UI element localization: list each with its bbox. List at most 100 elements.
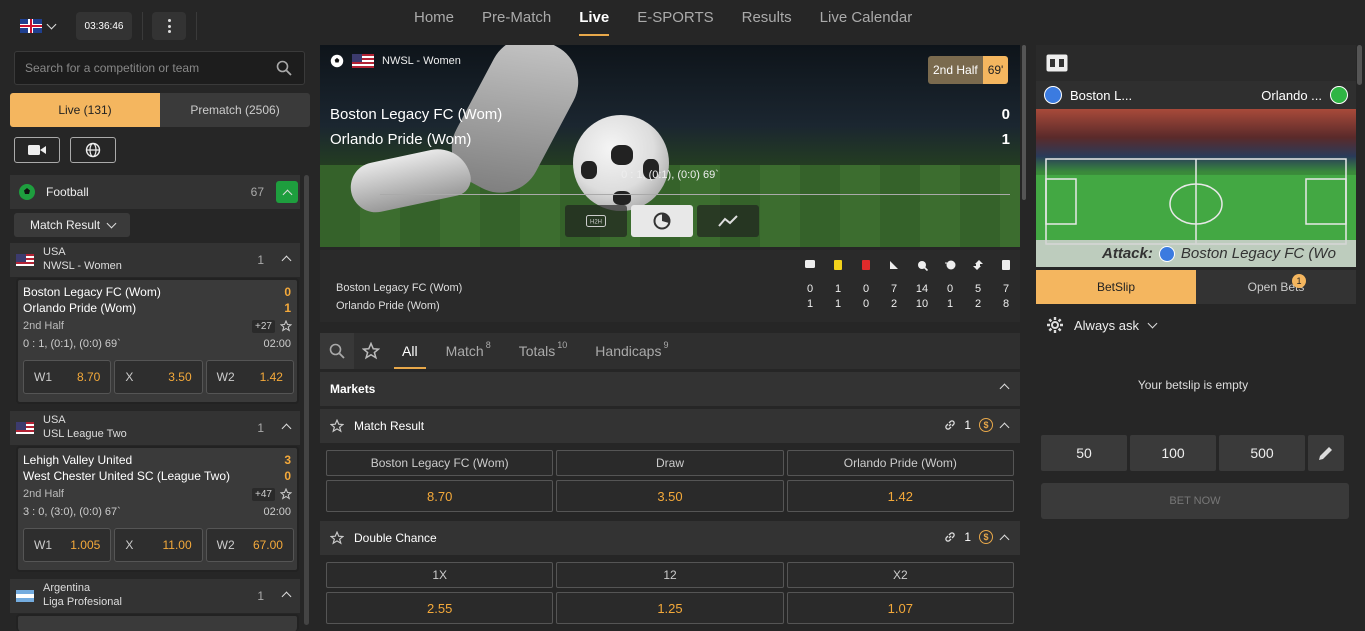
outcome-label: 12 (556, 562, 784, 588)
stats-button[interactable] (631, 205, 693, 237)
nav-results[interactable]: Results (728, 8, 806, 36)
chevron-up-icon[interactable] (999, 534, 1010, 544)
right-scrollbar[interactable] (1357, 45, 1362, 85)
match-card[interactable]: Lehigh Valley United 3 West Chester Unit… (16, 446, 299, 572)
sport-football[interactable]: Football 67 (10, 175, 300, 209)
odds-value: 3.50 (168, 370, 192, 384)
outcome-label: Boston Legacy FC (Wom) (326, 450, 554, 476)
stake-button[interactable]: 50 (1041, 435, 1127, 471)
league-header[interactable]: Argentina Liga Profesional 1 (10, 579, 300, 613)
more-menu-button[interactable] (152, 12, 186, 40)
odds-button-x[interactable]: X 3.50 (114, 360, 203, 394)
nav-live-calendar[interactable]: Live Calendar (806, 8, 927, 36)
tab-open-bets[interactable]: Open Bets 1 (1196, 270, 1356, 304)
match-period: 2nd Half (23, 320, 64, 332)
chevron-up-icon[interactable] (999, 422, 1010, 432)
football-icon (19, 184, 35, 200)
odds-button[interactable]: 1.42 (786, 480, 1014, 512)
score-detail: 3 : 0, (3:0), (0:0) 67` (23, 506, 121, 518)
more-markets-count[interactable]: +27 (252, 320, 275, 333)
odds-button[interactable]: 2.55 (326, 592, 554, 624)
odds-button-w1[interactable]: W1 8.70 (23, 360, 112, 394)
stat-value: 1 (946, 298, 954, 310)
divider (196, 12, 197, 40)
tab-betslip[interactable]: BetSlip (1036, 270, 1196, 304)
odds-mode: Always ask (1074, 317, 1140, 333)
market-search-button[interactable] (320, 333, 354, 369)
favorite-star-icon[interactable] (280, 320, 292, 332)
document-icon (1002, 260, 1010, 270)
nav-live[interactable]: Live (565, 8, 623, 36)
language-selector[interactable] (14, 12, 62, 40)
nav-home[interactable]: Home (400, 8, 468, 36)
search-icon (276, 60, 292, 76)
favorite-star-icon[interactable] (280, 488, 292, 500)
odds-button[interactable]: 1.07 (786, 592, 1014, 624)
tracker-teams: Boston L... Orlando ... (1036, 81, 1356, 109)
stat-value: 0 (862, 298, 870, 310)
odds-button-x[interactable]: X 11.00 (114, 528, 203, 562)
match-tracker: Attack: Boston Legacy FC (Wo (1036, 109, 1356, 267)
match-card[interactable]: Boston Legacy FC (Wom) 0 Orlando Pride (… (16, 278, 299, 404)
markets-header[interactable]: Markets (320, 372, 1020, 406)
nav-pre-match[interactable]: Pre-Match (468, 8, 565, 36)
betslip-tabs: BetSlip Open Bets 1 (1036, 270, 1356, 304)
timeline-button[interactable] (697, 205, 759, 237)
league-header[interactable]: USA NWSL - Women 1 (10, 243, 300, 277)
outcome-label: Orlando Pride (Wom) (786, 450, 1014, 476)
odds-button[interactable]: 1.25 (556, 592, 784, 624)
h2h-button[interactable]: H2H (565, 205, 627, 237)
league-header[interactable]: USA USL League Two 1 (10, 411, 300, 445)
main-scrollbar[interactable] (1022, 45, 1026, 200)
minute-label: 69' (982, 56, 1009, 84)
stats-columns: 01 11 00 72 14 10 01 52 78 (796, 260, 1020, 310)
chevron-up-icon[interactable] (281, 591, 292, 602)
nav-esports[interactable]: E-SPORTS (623, 8, 727, 36)
sidebar-scrollbar[interactable] (304, 175, 309, 625)
odds-button-w2[interactable]: W2 67.00 (205, 528, 294, 562)
odds-button[interactable]: 8.70 (326, 480, 554, 512)
favorites-tab[interactable] (354, 333, 388, 369)
league-count: 1 (257, 421, 264, 435)
search-input[interactable]: Search for a competition or team (14, 51, 305, 85)
link-icon (945, 532, 956, 542)
chevron-down-icon (106, 218, 117, 228)
bet-now-button[interactable]: BET NOW (1041, 483, 1349, 519)
tab-handicaps[interactable]: Handicaps 9 (581, 333, 682, 369)
collapse-button[interactable] (276, 181, 298, 203)
odds-button[interactable]: 3.50 (556, 480, 784, 512)
market-group-header[interactable]: Match Result 1 $ (320, 409, 1020, 443)
globe-filter-button[interactable] (70, 137, 116, 163)
red-card-icon (862, 260, 870, 270)
match-card[interactable] (16, 614, 299, 631)
stake-button[interactable]: 100 (1130, 435, 1216, 471)
scoreboard-icon[interactable] (1046, 54, 1068, 72)
stake-button[interactable]: 500 (1219, 435, 1305, 471)
tab-all[interactable]: All (388, 333, 432, 369)
edit-stakes-button[interactable] (1308, 435, 1344, 471)
card-icon (805, 260, 815, 268)
odds-button-w1[interactable]: W1 1.005 (23, 528, 112, 562)
video-filter-button[interactable] (14, 137, 60, 163)
more-markets-count[interactable]: +47 (252, 488, 275, 501)
market-group-header[interactable]: Double Chance 1 $ (320, 521, 1020, 555)
chevron-up-icon[interactable] (281, 255, 292, 266)
odds-change-setting[interactable]: Always ask (1046, 316, 1158, 334)
market-outcomes: 1X 12 X2 (320, 562, 1020, 588)
period-badge: 2nd Half 69' (928, 56, 1009, 84)
star-icon[interactable] (330, 531, 344, 545)
league-name: NWSL - Women (43, 260, 122, 272)
star-icon[interactable] (330, 419, 344, 433)
tab-totals[interactable]: Totals 10 (505, 333, 582, 369)
tab-count: 9 (663, 340, 669, 350)
link-icon (945, 420, 956, 430)
odds-button-w2[interactable]: W2 1.42 (205, 360, 294, 394)
tab-prematch[interactable]: Prematch (2506) (160, 93, 310, 127)
market-dropdown[interactable]: Match Result (14, 213, 130, 237)
team1-score: 3 (284, 453, 291, 467)
tab-match[interactable]: Match 8 (432, 333, 505, 369)
market-odds: 8.70 3.50 1.42 (320, 480, 1020, 512)
tab-live[interactable]: Live (131) (10, 93, 160, 127)
chevron-up-icon[interactable] (281, 423, 292, 434)
chevron-up-icon[interactable] (999, 383, 1010, 394)
